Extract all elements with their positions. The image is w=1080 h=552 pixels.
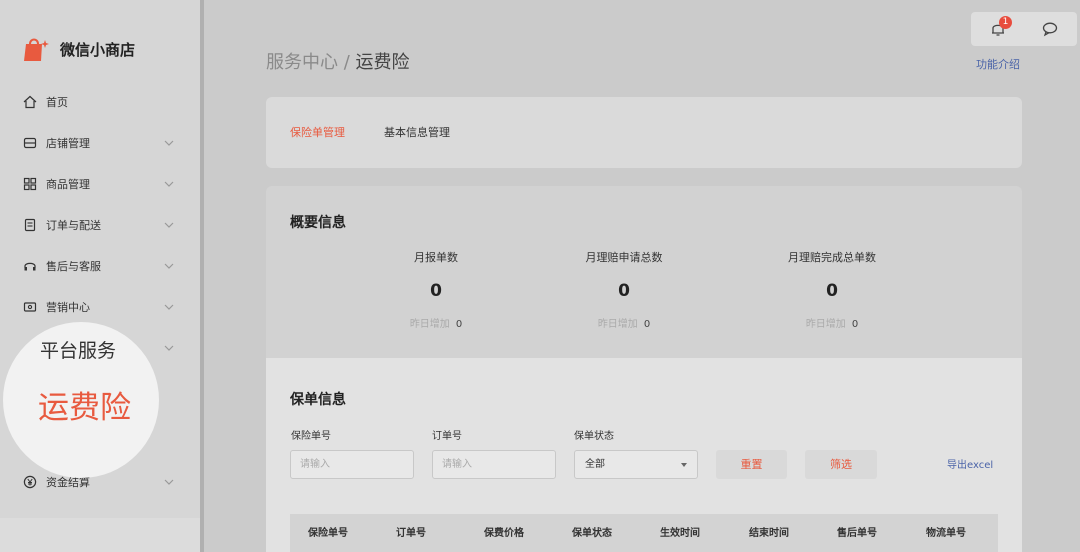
sidebar-group-platform-services[interactable]: 平台服务 — [40, 336, 116, 363]
sidebar-item-label: 商品管理 — [46, 178, 90, 191]
sidebar-divider — [200, 0, 204, 552]
sidebar-item-store[interactable]: 店铺管理 — [22, 131, 180, 155]
shop-bag-icon — [24, 38, 49, 61]
grid-icon — [22, 176, 38, 192]
headset-icon — [22, 258, 38, 274]
chevron-down-icon — [164, 263, 174, 269]
store-icon — [22, 135, 38, 151]
order-icon — [22, 217, 38, 233]
ticket-icon — [22, 299, 38, 315]
tabs-card: 保险单管理 基本信息管理 — [266, 97, 1022, 168]
column-header: 保单状态 — [572, 528, 612, 539]
stat-monthly-policies: 月报单数 0 昨日增加 0 — [356, 249, 516, 330]
column-header: 保费价格 — [484, 528, 524, 539]
sidebar-item-label: 营销中心 — [46, 301, 90, 314]
filter-button[interactable]: 筛选 — [805, 450, 877, 479]
yen-icon — [22, 474, 38, 490]
chevron-down-icon — [164, 479, 174, 485]
stat-label: 月报单数 — [414, 251, 458, 264]
status-label: 保单状态 — [574, 431, 614, 442]
sidebar-item-label: 店铺管理 — [46, 137, 90, 150]
stat-value: 0 — [618, 281, 630, 301]
stat-monthly-claims-completed: 月理赔完成总单数 0 昨日增加 0 — [752, 249, 912, 330]
stat-monthly-claims: 月理赔申请总数 0 昨日增加 0 — [544, 249, 704, 330]
sidebar-item-products[interactable]: 商品管理 — [22, 172, 180, 196]
stat-label: 月理赔申请总数 — [585, 251, 663, 264]
breadcrumb-separator: / — [338, 52, 356, 73]
stat-sub-value: 0 — [455, 319, 463, 330]
sidebar-item-orders[interactable]: 订单与配送 — [22, 213, 180, 237]
chevron-down-icon — [164, 345, 174, 351]
stat-sub: 昨日增加 0 — [356, 315, 516, 330]
reset-button[interactable]: 重置 — [716, 450, 787, 479]
export-excel-link[interactable]: 导出excel — [947, 456, 993, 471]
order-no-input[interactable]: 请输入 — [432, 450, 556, 479]
feature-intro-link[interactable]: 功能介绍 — [976, 56, 1020, 72]
sidebar-item-label: 订单与配送 — [46, 219, 101, 232]
sidebar-item-label: 售后与客服 — [46, 260, 101, 273]
column-header: 保险单号 — [308, 528, 348, 539]
stat-value: 0 — [430, 281, 442, 301]
status-select[interactable]: 全部 — [574, 450, 698, 479]
stat-sub-label: 昨日增加 — [409, 319, 450, 330]
sidebar-item-home[interactable]: 首页 — [22, 90, 180, 114]
column-header: 物流单号 — [926, 528, 966, 539]
stat-value: 0 — [826, 281, 838, 301]
policy-no-label: 保险单号 — [291, 431, 331, 442]
stat-sub-value: 0 — [643, 319, 651, 330]
stat-sub-label: 昨日增加 — [805, 319, 846, 330]
sidebar-footer — [0, 518, 200, 552]
stat-sub: 昨日增加 0 — [752, 315, 912, 330]
tab-policy-management[interactable]: 保险单管理 — [290, 124, 345, 140]
sidebar-item-aftersales[interactable]: 售后与客服 — [22, 254, 180, 278]
chevron-down-icon — [164, 181, 174, 187]
stat-label: 月理赔完成总单数 — [788, 251, 876, 264]
sidebar-item-label: 首页 — [46, 96, 68, 109]
brand[interactable]: 微信小商店 — [20, 34, 135, 64]
chevron-down-icon — [164, 222, 174, 228]
order-no-label: 订单号 — [432, 431, 462, 442]
table-header: 保险单号 订单号 保费价格 保单状态 生效时间 结束时间 售后单号 物流单号 — [290, 514, 998, 552]
sidebar-item-marketing[interactable]: 营销中心 — [22, 295, 180, 319]
summary-title: 概要信息 — [290, 215, 346, 231]
home-icon — [22, 94, 38, 110]
brand-name: 微信小商店 — [60, 40, 136, 59]
column-header: 生效时间 — [660, 528, 700, 539]
chevron-down-icon — [164, 140, 174, 146]
stat-sub-label: 昨日增加 — [597, 319, 638, 330]
sidebar-item-freight-insurance[interactable]: 运费险 — [38, 382, 131, 427]
chat-icon[interactable] — [1041, 20, 1059, 38]
stat-sub: 昨日增加 0 — [544, 315, 704, 330]
notification-badge: 1 — [999, 16, 1012, 29]
tab-basic-info[interactable]: 基本信息管理 — [384, 124, 450, 140]
breadcrumb: 服务中心 / 运费险 — [266, 48, 410, 74]
summary-card: 概要信息 月报单数 0 昨日增加 0 月理赔申请总数 0 昨日增加 0 月理赔完成总… — [266, 186, 1022, 358]
column-header: 订单号 — [396, 528, 426, 539]
column-header: 结束时间 — [749, 528, 789, 539]
policy-title: 保单信息 — [290, 392, 346, 408]
status-select-value: 全部 — [585, 459, 605, 470]
column-header: 售后单号 — [837, 528, 877, 539]
chevron-down-icon — [164, 304, 174, 310]
breadcrumb-current: 运费险 — [355, 52, 410, 73]
policy-no-input[interactable]: 请输入 — [290, 450, 414, 479]
breadcrumb-parent[interactable]: 服务中心 — [266, 52, 338, 73]
top-toolbar: 1 — [971, 12, 1077, 46]
caret-down-icon — [681, 463, 687, 467]
stat-sub-value: 0 — [851, 319, 859, 330]
